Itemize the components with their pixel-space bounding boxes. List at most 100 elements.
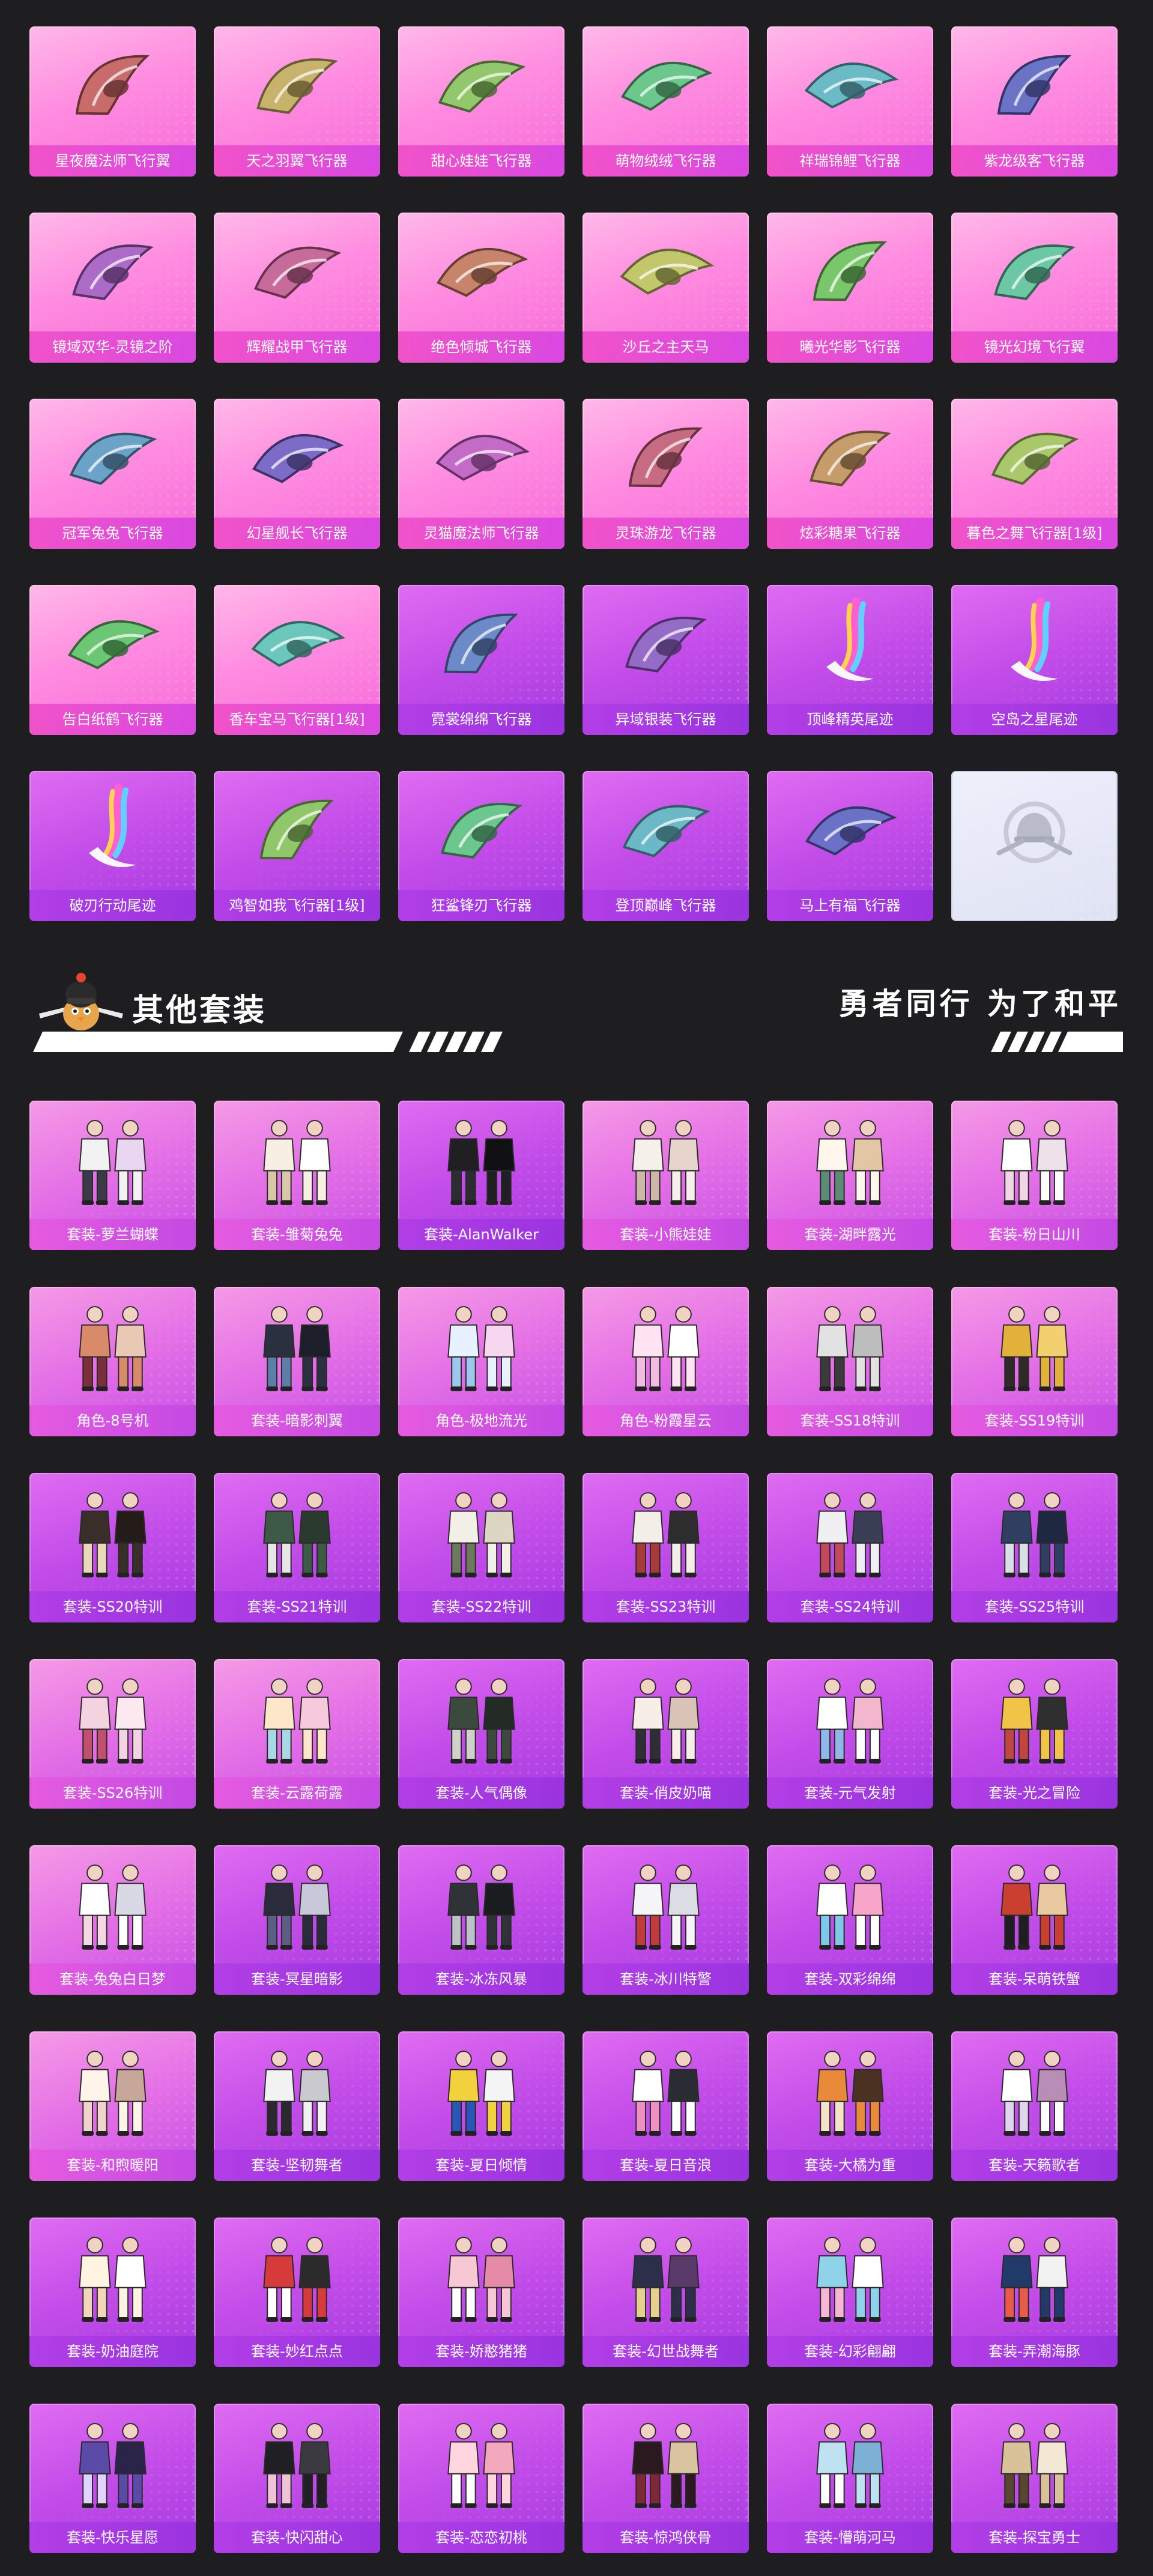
flier-card[interactable]: 鸡智如我飞行器[1级]	[214, 771, 380, 921]
flier-card[interactable]: 马上有福飞行器	[767, 771, 933, 921]
outfit-preview-icon	[263, 1306, 331, 1391]
flier-card[interactable]: 炫彩糖果飞行器	[767, 399, 933, 549]
flier-card[interactable]: 辉耀战甲飞行器	[214, 213, 380, 363]
flier-card[interactable]: 镜光幻境飞行翼	[951, 213, 1118, 363]
flier-card[interactable]: 灵猫魔法师飞行器	[398, 399, 564, 549]
card-art	[607, 1111, 725, 1212]
outfit-card[interactable]: 套装-妙红点点	[214, 2218, 380, 2367]
outfit-card[interactable]: 套装-湖畔露光	[767, 1101, 933, 1250]
outfit-card[interactable]: 套装-夏日倾情	[398, 2031, 564, 2181]
outfit-card[interactable]: 套装-元气发射	[767, 1659, 933, 1809]
outfit-card[interactable]: 套装-天籁歌者	[951, 2031, 1118, 2181]
flier-card[interactable]: 暮色之舞飞行器[1级]	[951, 399, 1118, 549]
outfit-card[interactable]: 角色-粉霞星云	[583, 1287, 749, 1436]
flier-card[interactable]: 登顶巅峰飞行器	[583, 771, 749, 921]
outfit-card[interactable]: 套装-奶油庭院	[29, 2218, 196, 2367]
outfit-card[interactable]: 套装-娇憨猪猪	[398, 2218, 564, 2367]
outfit-card[interactable]: 套装-云露荷露	[214, 1659, 380, 1809]
outfit-card[interactable]: 套装-冰冻风暴	[398, 1845, 564, 1995]
outfit-card[interactable]: 套装-懵萌河马	[767, 2404, 933, 2553]
outfit-card[interactable]: 套装-SS22特训	[398, 1473, 564, 1622]
outfit-card[interactable]: 套装-SS20特训	[29, 1473, 196, 1622]
outfit-card[interactable]: 套装-冥星暗影	[214, 1845, 380, 1995]
card-art	[422, 1856, 540, 1957]
chicken-flier-icon	[259, 799, 334, 860]
card-label: 炫彩糖果飞行器	[767, 518, 933, 549]
outfit-preview-icon	[816, 1678, 884, 1764]
outfit-card[interactable]: 套装-SS21特训	[214, 1473, 380, 1622]
outfit-card[interactable]: 套装-SS18特训	[767, 1287, 933, 1436]
outfit-card[interactable]: 套装-小熊娃娃	[583, 1101, 749, 1250]
card-art	[238, 596, 356, 697]
flier-card[interactable]: 祥瑞锦鲤飞行器	[767, 26, 933, 177]
outfit-card[interactable]: 套装-快闪甜心	[214, 2404, 380, 2553]
outfit-card[interactable]: 套装-人气偶像	[398, 1659, 564, 1809]
outfit-card[interactable]: 套装-AlanWalker	[398, 1101, 564, 1250]
flier-card[interactable]: 顶峰精英尾迹	[767, 585, 933, 735]
outfit-card[interactable]: 套装-萝兰蝴蝶	[29, 1101, 196, 1250]
outfit-card[interactable]: 套装-冰川特警	[583, 1845, 749, 1995]
flier-card[interactable]: 紫龙级客飞行器	[951, 26, 1118, 177]
flier-card[interactable]: 灵珠游龙飞行器	[583, 399, 749, 549]
outfit-card[interactable]: 套装-SS24特训	[767, 1473, 933, 1622]
flier-card[interactable]: 破刃行动尾迹	[29, 771, 196, 921]
outfit-card[interactable]: 套装-恋恋初桃	[398, 2404, 564, 2553]
card-label: 告白纸鹤飞行器	[29, 704, 196, 735]
outfit-card[interactable]: 套装-夏日音浪	[583, 2031, 749, 2181]
outfit-card[interactable]: 套装-粉日山川	[951, 1101, 1118, 1250]
outfit-card[interactable]: 套装-光之冒险	[951, 1659, 1118, 1809]
outfit-card[interactable]: 套装-俏皮奶喵	[583, 1659, 749, 1809]
outfit-card[interactable]: 套装-暗影刺翼	[214, 1287, 380, 1436]
outfit-card[interactable]: 套装-SS19特训	[951, 1287, 1118, 1436]
flier-card[interactable]: 曦光华影飞行器	[767, 213, 933, 363]
outfit-card[interactable]: 套装-双彩绵绵	[767, 1845, 933, 1995]
flier-card[interactable]: 空岛之星尾迹	[951, 585, 1118, 735]
outfit-card[interactable]: 套装-弄潮海豚	[951, 2218, 1118, 2367]
outfit-card[interactable]: 套装-探宝勇士	[951, 2404, 1118, 2553]
outfit-card[interactable]: 套装-SS25特训	[951, 1473, 1118, 1622]
outfit-card[interactable]: 套装-SS26特训	[29, 1659, 196, 1809]
outfit-card[interactable]: 套装-呆萌铁蟹	[951, 1845, 1118, 1995]
flier-card[interactable]: 霓裳绵绵飞行器	[398, 585, 564, 735]
card-art	[607, 2042, 725, 2143]
card-label: 套装-冰冻风暴	[398, 1964, 564, 1995]
outfit-card[interactable]: 套装-坚韧舞者	[214, 2031, 380, 2181]
outfit-preview-icon	[79, 1678, 147, 1764]
flier-card[interactable]: 告白纸鹤飞行器	[29, 585, 196, 735]
flier-card[interactable]: 香车宝马飞行器[1级]	[214, 585, 380, 735]
outfit-card[interactable]: 套装-幻世战舞者	[583, 2218, 749, 2367]
outfit-card[interactable]: 套装-大橘为重	[767, 2031, 933, 2181]
outfit-card[interactable]: 套装-幻彩翩翩	[767, 2218, 933, 2367]
outfit-card[interactable]: 套装-SS23特训	[583, 1473, 749, 1622]
flier-card[interactable]: 冠军兔兔飞行器	[29, 399, 196, 549]
outfit-card[interactable]: 套装-兔兔白日梦	[29, 1845, 196, 1995]
flier-card[interactable]: 镜域双华-灵镜之阶	[29, 213, 196, 363]
outfit-card[interactable]: 套装-快乐星愿	[29, 2404, 196, 2553]
flier-card[interactable]: 幻星舰长飞行器	[214, 399, 380, 549]
flier-card[interactable]: 沙丘之主天马	[583, 213, 749, 363]
outfit-card[interactable]: 套装-和煦暖阳	[29, 2031, 196, 2181]
card-label: 套装-天籁歌者	[951, 2150, 1118, 2181]
flier-card[interactable]: 天之羽翼飞行器	[214, 26, 380, 177]
flier-card[interactable]: 星夜魔法师飞行翼	[29, 26, 196, 177]
koi-flier-icon	[804, 62, 899, 109]
card-art	[422, 223, 540, 324]
flier-card[interactable]: 狂鲨锋刃飞行器	[398, 771, 564, 921]
flier-card[interactable]: 甜心娃娃飞行器	[398, 26, 564, 177]
outfit-card[interactable]: 角色-8号机	[29, 1287, 196, 1436]
mirror-wings-icon	[994, 244, 1076, 300]
outfit-preview-icon	[1000, 1306, 1068, 1391]
mecha-flier-icon	[625, 617, 707, 673]
card-art	[422, 1298, 540, 1398]
card-label: 香车宝马飞行器[1级]	[214, 704, 380, 735]
outfit-card[interactable]: 角色-极地流光	[398, 1287, 564, 1436]
outfit-card[interactable]: 套装-雏菊兔兔	[214, 1101, 380, 1250]
card-label: 冠军兔兔飞行器	[29, 518, 196, 549]
flier-card[interactable]: 萌物绒绒飞行器	[583, 26, 749, 177]
flier-card[interactable]: 绝色倾城飞行器	[398, 213, 564, 363]
flier-card[interactable]	[951, 771, 1118, 921]
flier-card[interactable]: 异域银装飞行器	[583, 585, 749, 735]
outfit-card[interactable]: 套装-惊鸿侠骨	[583, 2404, 749, 2553]
outfit-preview-icon	[447, 2051, 515, 2136]
card-art	[238, 1670, 356, 1771]
